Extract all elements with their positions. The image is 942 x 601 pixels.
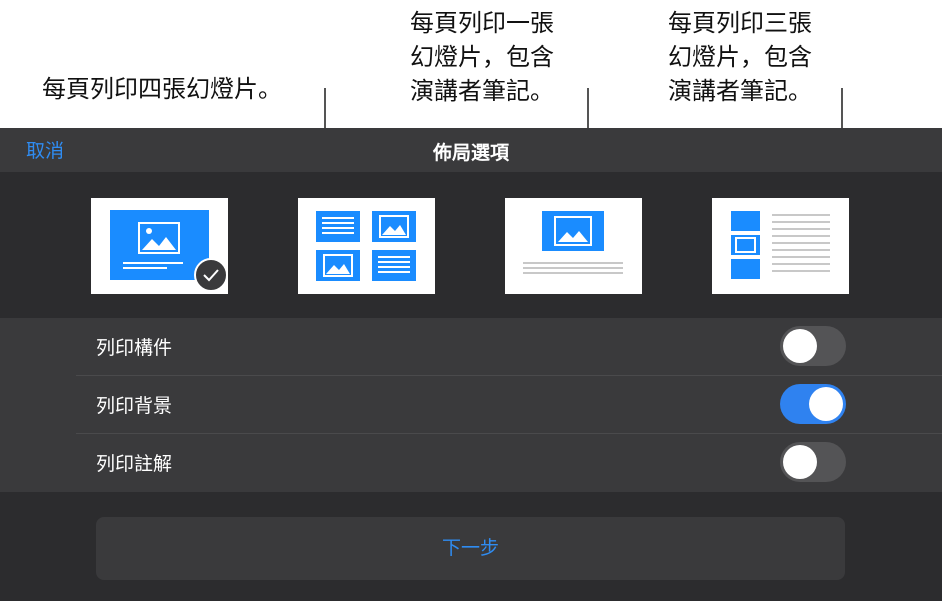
toggle-knob: [809, 387, 843, 421]
print-comments-toggle[interactable]: [780, 442, 846, 482]
layout-option-four[interactable]: [298, 198, 435, 294]
nav-bar: 取消 佈局選項: [0, 128, 942, 172]
toggle-knob: [783, 329, 817, 363]
option-label: 列印註解: [96, 453, 173, 475]
four-slides-layout-icon: [316, 211, 416, 281]
print-backgrounds-toggle[interactable]: [780, 384, 846, 424]
layout-option-single[interactable]: [91, 198, 228, 294]
layout-thumbnails: [0, 172, 942, 318]
slide-with-notes-layout-icon: [523, 211, 623, 274]
option-row-print-backgrounds: 列印背景: [0, 376, 942, 434]
option-label: 列印背景: [96, 395, 173, 417]
layout-option-three-with-notes[interactable]: [712, 198, 849, 294]
toggle-knob: [783, 445, 817, 479]
callout-three-with-notes: 每頁列印三張 幻燈片，包含 演講者筆記。: [668, 9, 812, 105]
print-builds-toggle[interactable]: [780, 326, 846, 366]
layout-options-sheet: 取消 佈局選項 列印構件 列印背景 列印註解 下一步: [0, 128, 942, 601]
option-row-print-builds: 列印構件: [0, 318, 942, 376]
callout-four-per-page: 每頁列印四張幻燈片。: [42, 75, 282, 103]
next-button[interactable]: 下一步: [96, 517, 845, 580]
option-row-print-comments: 列印註解: [0, 434, 942, 492]
selected-checkmark-icon: [194, 258, 228, 292]
callout-one-with-notes: 每頁列印一張 幻燈片，包含 演講者筆記。: [410, 9, 554, 105]
option-label: 列印構件: [96, 337, 173, 359]
print-options-list: 列印構件 列印背景 列印註解: [0, 318, 942, 492]
three-slides-with-notes-layout-icon: [731, 211, 830, 279]
layout-option-slide-with-notes[interactable]: [505, 198, 642, 294]
page-title: 佈局選項: [432, 142, 509, 164]
